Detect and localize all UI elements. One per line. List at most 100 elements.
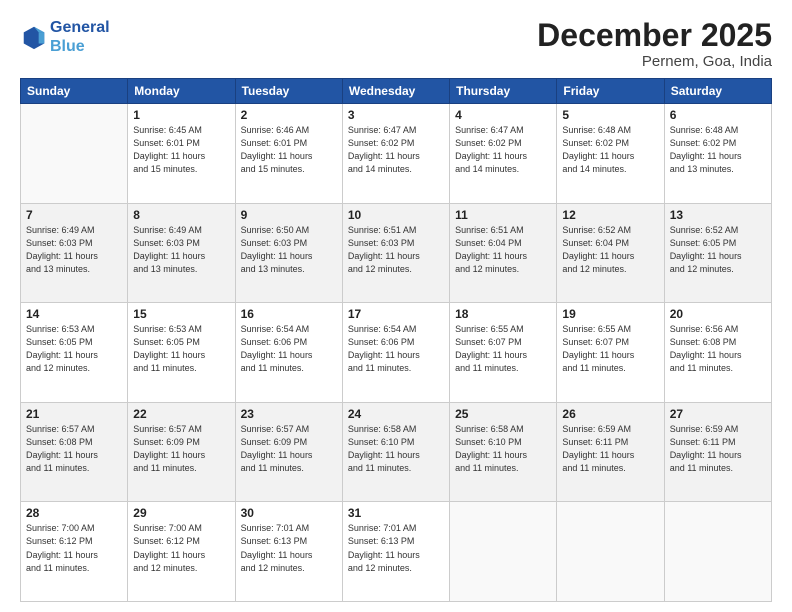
calendar-cell (664, 502, 771, 602)
calendar-cell: 21 Sunrise: 6:57 AMSunset: 6:08 PMDayligh… (21, 402, 128, 502)
calendar-week-row: 1 Sunrise: 6:45 AMSunset: 6:01 PMDaylight… (21, 104, 772, 204)
day-info: Sunrise: 7:00 AMSunset: 6:12 PMDaylight:… (26, 522, 122, 574)
day-info: Sunrise: 7:01 AMSunset: 6:13 PMDaylight:… (241, 522, 337, 574)
calendar-cell: 7 Sunrise: 6:49 AMSunset: 6:03 PMDaylight… (21, 203, 128, 303)
calendar-cell (21, 104, 128, 204)
day-info: Sunrise: 6:45 AMSunset: 6:01 PMDaylight:… (133, 124, 229, 176)
day-info: Sunrise: 6:55 AMSunset: 6:07 PMDaylight:… (455, 323, 551, 375)
calendar-cell: 18 Sunrise: 6:55 AMSunset: 6:07 PMDayligh… (450, 303, 557, 403)
day-number: 10 (348, 208, 444, 222)
calendar-cell: 19 Sunrise: 6:55 AMSunset: 6:07 PMDayligh… (557, 303, 664, 403)
day-header-thursday: Thursday (450, 79, 557, 104)
day-number: 14 (26, 307, 122, 321)
calendar-cell: 15 Sunrise: 6:53 AMSunset: 6:05 PMDayligh… (128, 303, 235, 403)
calendar-cell: 9Sunrise: 6:50 AMSunset: 6:03 PMDaylight… (235, 203, 342, 303)
day-info: Sunrise: 6:57 AMSunset: 6:09 PMDaylight:… (241, 423, 337, 475)
logo-text: General Blue (50, 18, 110, 56)
day-number: 31 (348, 506, 444, 520)
calendar-cell: 10Sunrise: 6:51 AMSunset: 6:03 PMDayligh… (342, 203, 449, 303)
day-number: 29 (133, 506, 229, 520)
day-info: Sunrise: 6:49 AMSunset: 6:03 PMDaylight:… (26, 224, 122, 276)
title-block: December 2025 Pernem, Goa, India (537, 18, 772, 70)
day-info: Sunrise: 6:56 AMSunset: 6:08 PMDaylight:… (670, 323, 766, 375)
day-info: Sunrise: 6:54 AMSunset: 6:06 PMDaylight:… (348, 323, 444, 375)
day-number: 7 (26, 208, 122, 222)
day-number: 1 (133, 108, 229, 122)
day-info: Sunrise: 6:50 AMSunset: 6:03 PMDaylight:… (241, 224, 337, 276)
day-number: 18 (455, 307, 551, 321)
day-number: 21 (26, 407, 122, 421)
day-info: Sunrise: 6:59 AMSunset: 6:11 PMDaylight:… (562, 423, 658, 475)
logo-line1: General (50, 18, 110, 37)
day-info: Sunrise: 6:58 AMSunset: 6:10 PMDaylight:… (455, 423, 551, 475)
location: Pernem, Goa, India (537, 53, 772, 70)
calendar-cell: 6Sunrise: 6:48 AMSunset: 6:02 PMDaylight… (664, 104, 771, 204)
day-number: 4 (455, 108, 551, 122)
day-info: Sunrise: 6:48 AMSunset: 6:02 PMDaylight:… (670, 124, 766, 176)
calendar-cell: 26 Sunrise: 6:59 AMSunset: 6:11 PMDayligh… (557, 402, 664, 502)
calendar-cell: 5 Sunrise: 6:48 AMSunset: 6:02 PMDaylight… (557, 104, 664, 204)
calendar-week-row: 7 Sunrise: 6:49 AMSunset: 6:03 PMDaylight… (21, 203, 772, 303)
calendar-week-row: 14 Sunrise: 6:53 AMSunset: 6:05 PMDayligh… (21, 303, 772, 403)
day-number: 25 (455, 407, 551, 421)
calendar-cell: 22 Sunrise: 6:57 AMSunset: 6:09 PMDayligh… (128, 402, 235, 502)
calendar-cell: 30 Sunrise: 7:01 AMSunset: 6:13 PMDayligh… (235, 502, 342, 602)
calendar-week-row: 21 Sunrise: 6:57 AMSunset: 6:08 PMDayligh… (21, 402, 772, 502)
day-info: Sunrise: 6:53 AMSunset: 6:05 PMDaylight:… (133, 323, 229, 375)
day-header-monday: Monday (128, 79, 235, 104)
day-info: Sunrise: 6:59 AMSunset: 6:11 PMDaylight:… (670, 423, 766, 475)
day-info: Sunrise: 6:58 AMSunset: 6:10 PMDaylight:… (348, 423, 444, 475)
day-number: 26 (562, 407, 658, 421)
day-number: 28 (26, 506, 122, 520)
day-header-friday: Friday (557, 79, 664, 104)
day-number: 19 (562, 307, 658, 321)
day-info: Sunrise: 6:51 AMSunset: 6:04 PMDaylight:… (455, 224, 551, 276)
calendar-cell: 28 Sunrise: 7:00 AMSunset: 6:12 PMDayligh… (21, 502, 128, 602)
day-info: Sunrise: 6:47 AMSunset: 6:02 PMDaylight:… (348, 124, 444, 176)
logo: General Blue (20, 18, 110, 56)
day-number: 5 (562, 108, 658, 122)
day-number: 3 (348, 108, 444, 122)
day-info: Sunrise: 6:57 AMSunset: 6:09 PMDaylight:… (133, 423, 229, 475)
day-info: Sunrise: 6:46 AMSunset: 6:01 PMDaylight:… (241, 124, 337, 176)
calendar-cell: 11 Sunrise: 6:51 AMSunset: 6:04 PMDayligh… (450, 203, 557, 303)
day-number: 20 (670, 307, 766, 321)
calendar-cell: 24 Sunrise: 6:58 AMSunset: 6:10 PMDayligh… (342, 402, 449, 502)
day-number: 11 (455, 208, 551, 222)
calendar-cell: 20 Sunrise: 6:56 AMSunset: 6:08 PMDayligh… (664, 303, 771, 403)
calendar-week-row: 28 Sunrise: 7:00 AMSunset: 6:12 PMDayligh… (21, 502, 772, 602)
day-info: Sunrise: 7:01 AMSunset: 6:13 PMDaylight:… (348, 522, 444, 574)
day-info: Sunrise: 6:52 AMSunset: 6:04 PMDaylight:… (562, 224, 658, 276)
calendar-cell: 14 Sunrise: 6:53 AMSunset: 6:05 PMDayligh… (21, 303, 128, 403)
page: General Blue December 2025 Pernem, Goa, … (0, 0, 792, 612)
calendar-cell (557, 502, 664, 602)
calendar-cell: 16Sunrise: 6:54 AMSunset: 6:06 PMDayligh… (235, 303, 342, 403)
calendar-cell: 8Sunrise: 6:49 AMSunset: 6:03 PMDaylight… (128, 203, 235, 303)
day-info: Sunrise: 6:54 AMSunset: 6:06 PMDaylight:… (241, 323, 337, 375)
day-number: 22 (133, 407, 229, 421)
calendar-cell: 2 Sunrise: 6:46 AMSunset: 6:01 PMDaylight… (235, 104, 342, 204)
calendar-cell: 25 Sunrise: 6:58 AMSunset: 6:10 PMDayligh… (450, 402, 557, 502)
day-number: 30 (241, 506, 337, 520)
day-number: 2 (241, 108, 337, 122)
day-info: Sunrise: 6:52 AMSunset: 6:05 PMDaylight:… (670, 224, 766, 276)
day-info: Sunrise: 7:00 AMSunset: 6:12 PMDaylight:… (133, 522, 229, 574)
day-info: Sunrise: 6:57 AMSunset: 6:08 PMDaylight:… (26, 423, 122, 475)
calendar-cell: 17Sunrise: 6:54 AMSunset: 6:06 PMDayligh… (342, 303, 449, 403)
day-info: Sunrise: 6:48 AMSunset: 6:02 PMDaylight:… (562, 124, 658, 176)
day-info: Sunrise: 6:55 AMSunset: 6:07 PMDaylight:… (562, 323, 658, 375)
calendar-cell: 12Sunrise: 6:52 AMSunset: 6:04 PMDayligh… (557, 203, 664, 303)
calendar-cell: 13Sunrise: 6:52 AMSunset: 6:05 PMDayligh… (664, 203, 771, 303)
day-info: Sunrise: 6:53 AMSunset: 6:05 PMDaylight:… (26, 323, 122, 375)
day-info: Sunrise: 6:47 AMSunset: 6:02 PMDaylight:… (455, 124, 551, 176)
day-info: Sunrise: 6:49 AMSunset: 6:03 PMDaylight:… (133, 224, 229, 276)
day-header-sunday: Sunday (21, 79, 128, 104)
day-number: 24 (348, 407, 444, 421)
day-header-saturday: Saturday (664, 79, 771, 104)
calendar-cell: 23 Sunrise: 6:57 AMSunset: 6:09 PMDayligh… (235, 402, 342, 502)
calendar-cell: 1 Sunrise: 6:45 AMSunset: 6:01 PMDaylight… (128, 104, 235, 204)
calendar-cell: 3 Sunrise: 6:47 AMSunset: 6:02 PMDaylight… (342, 104, 449, 204)
day-number: 23 (241, 407, 337, 421)
day-number: 15 (133, 307, 229, 321)
month-title: December 2025 (537, 18, 772, 53)
